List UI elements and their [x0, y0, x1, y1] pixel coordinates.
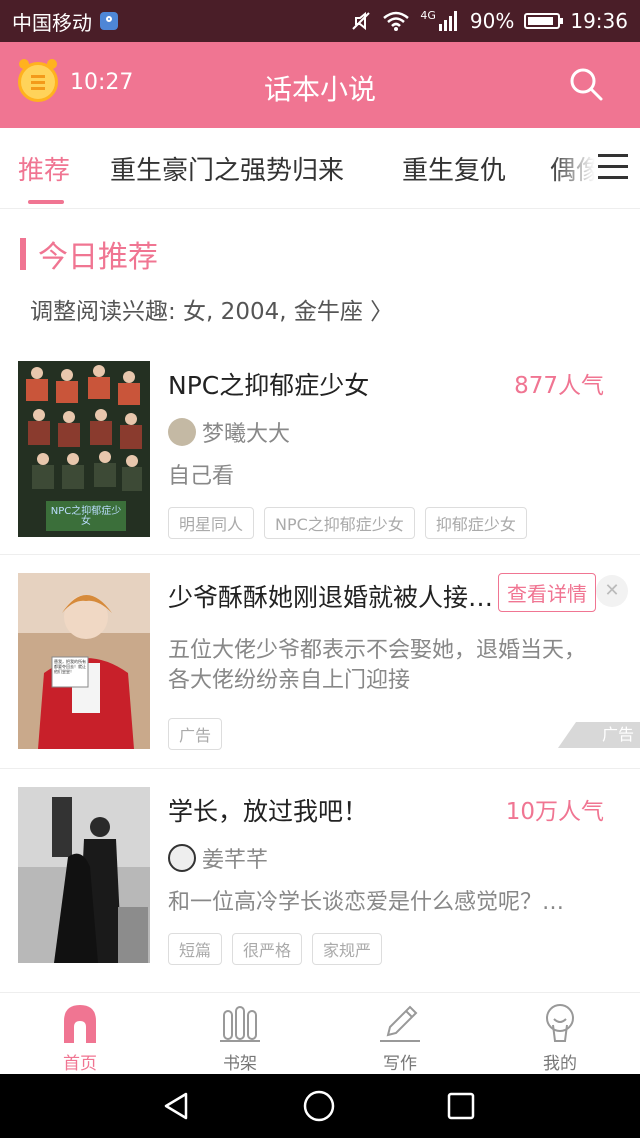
bottom-navigation: 首页 书架 写作 我的 — [0, 992, 640, 1075]
tag[interactable]: 很严格 — [232, 933, 303, 965]
book-cover: 替我，把我的所有都要夺回去！就让他们尝尝！ — [18, 573, 150, 749]
active-tab-indicator — [28, 200, 64, 204]
app-bar: 10:27 话本小说 — [0, 42, 640, 128]
search-icon[interactable] — [568, 66, 604, 102]
tab-rebirth-revenge[interactable]: 重生复仇 — [402, 150, 506, 187]
system-navigation-bar — [0, 1074, 640, 1138]
tag-list: 短篇 很严格 家规严 — [168, 933, 383, 965]
battery-fill — [528, 17, 554, 25]
author-name: 梦曦大大 — [202, 422, 291, 447]
tab-rebirth-wealthy[interactable]: 重生豪门之强势归来 — [110, 150, 344, 187]
nav-bookshelf[interactable]: 书架 — [160, 993, 320, 1075]
battery-icon — [524, 13, 564, 29]
tag[interactable]: 家规严 — [312, 933, 383, 965]
nav-label: 首页 — [63, 1054, 97, 1074]
adjust-interest-link[interactable]: 调整阅读兴趣: 女, 2004, 金牛座 〉 — [30, 292, 393, 326]
signal-icon — [438, 11, 457, 31]
home-icon — [64, 1005, 96, 1043]
view-details-button[interactable]: 查看详情 — [498, 573, 596, 612]
book-description: 自己看 — [168, 464, 235, 489]
close-ad-button[interactable]: ✕ — [596, 575, 628, 607]
author: 姜芊芊 — [168, 842, 268, 874]
cover-title: NPC之抑郁症少女 — [50, 506, 122, 527]
book-description: 和一位高冷学长谈恋爱是什么感觉呢？… — [168, 890, 565, 915]
avatar — [168, 418, 196, 446]
category-tabs: 推荐 重生豪门之强势归来 重生复仇 偶像 — [0, 128, 640, 209]
book-title: 学长，放过我吧！ — [168, 797, 369, 826]
menu-icon[interactable] — [598, 154, 628, 180]
tab-recommend[interactable]: 推荐 — [18, 150, 70, 187]
nav-label: 我的 — [543, 1054, 577, 1074]
recents-icon[interactable] — [446, 1091, 476, 1121]
book-cover: NPC之抑郁症少女 — [18, 361, 150, 537]
carrier-name: 中国移动 — [12, 10, 92, 35]
section-header: 今日推荐 — [20, 232, 158, 276]
tag[interactable]: 明星同人 — [168, 507, 255, 539]
wifi-icon — [383, 11, 410, 31]
divider — [0, 554, 640, 555]
ad-title: 少爷酥酥她刚退婚就被人接… — [168, 583, 494, 612]
clock-time: 19:36 — [570, 9, 628, 33]
section-accent-bar — [20, 238, 26, 270]
bookshelf-icon — [220, 1006, 260, 1042]
popularity: 877人气 — [514, 373, 604, 399]
tag-list: 广告 — [168, 718, 223, 750]
location-icon — [100, 12, 118, 30]
back-icon[interactable] — [160, 1090, 192, 1122]
ad-tag: 广告 — [168, 718, 223, 750]
ad-description: 五位大佬少爷都表示不会娶她，退婚当天， 各大佬纷纷亲自上门迎接 — [168, 636, 586, 696]
close-icon: ✕ — [604, 580, 620, 601]
battery-percent: 90% — [469, 9, 515, 33]
tag[interactable]: NPC之抑郁症少女 — [264, 507, 415, 539]
author: 梦曦大大 — [168, 416, 290, 448]
author-name: 姜芊芊 — [202, 848, 269, 873]
tag[interactable]: 短篇 — [168, 933, 223, 965]
nav-profile[interactable]: 我的 — [480, 993, 640, 1075]
cover-image — [18, 787, 150, 963]
home-button-icon[interactable] — [302, 1089, 336, 1123]
book-cover — [18, 787, 150, 963]
divider — [0, 768, 640, 769]
cover-speech-bubble: 替我，把我的所有都要夺回去！就让他们尝尝！ — [54, 659, 86, 674]
avatar — [168, 844, 196, 872]
network-type: 4G — [420, 8, 436, 22]
pen-icon — [380, 1005, 420, 1042]
section-title: 今日推荐 — [38, 240, 158, 275]
status-bar: 中国移动 4G 90% 19:36 — [0, 0, 640, 42]
popularity: 10万人气 — [505, 799, 604, 825]
ad-description-line: 各大佬纷纷亲自上门迎接 — [168, 668, 411, 693]
nav-write[interactable]: 写作 — [320, 993, 480, 1075]
tag-list: 明星同人 NPC之抑郁症少女 抑郁症少女 — [168, 507, 527, 539]
profile-icon — [546, 1004, 574, 1042]
app-title: 话本小说 — [263, 73, 376, 106]
ad-description-line: 五位大佬少爷都表示不会娶她，退婚当天， — [168, 638, 587, 663]
nav-label: 写作 — [383, 1054, 417, 1074]
status-right: 4G 90% 19:36 — [350, 0, 628, 42]
ad-label: 广告 — [558, 722, 640, 748]
nav-label: 书架 — [223, 1054, 257, 1074]
nav-home[interactable]: 首页 — [0, 993, 160, 1075]
tag[interactable]: 抑郁症少女 — [424, 507, 527, 539]
mute-icon — [352, 11, 371, 31]
book-title: NPC之抑郁症少女 — [168, 371, 370, 400]
